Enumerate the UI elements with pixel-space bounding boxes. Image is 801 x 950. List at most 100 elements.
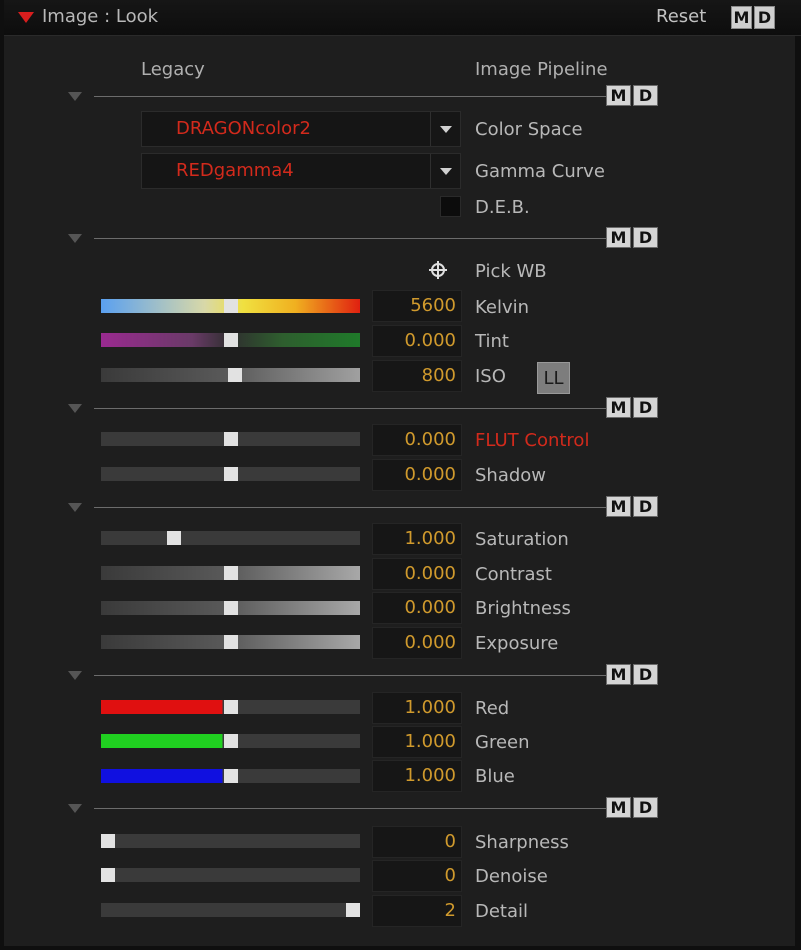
m-button[interactable]: M xyxy=(606,227,631,248)
m-button[interactable]: M xyxy=(606,397,631,418)
slider-thumb[interactable] xyxy=(224,566,238,580)
gamma-curve-label: Gamma Curve xyxy=(475,161,605,182)
gamma-curve-dropdown[interactable]: REDgamma4 xyxy=(141,153,461,189)
exposure-label: Exposure xyxy=(475,633,559,654)
deb-checkbox[interactable] xyxy=(440,196,461,217)
section-md-buttons: M D xyxy=(606,797,658,818)
crosshair-icon[interactable] xyxy=(429,261,447,279)
tint-label: Tint xyxy=(475,331,509,352)
section-collapse-icon[interactable] xyxy=(68,92,82,101)
iso-slider[interactable] xyxy=(101,368,360,382)
slider-thumb[interactable] xyxy=(101,868,115,882)
red-label: Red xyxy=(475,698,510,719)
green-value-field[interactable]: 1.000 xyxy=(372,726,462,758)
dropdown-arrow-button[interactable] xyxy=(430,154,460,188)
dropdown-arrow-button[interactable] xyxy=(430,112,460,146)
saturation-slider[interactable] xyxy=(101,531,360,545)
blue-label: Blue xyxy=(475,766,515,787)
detail-value-field[interactable]: 2 xyxy=(372,895,462,927)
deb-label: D.E.B. xyxy=(475,197,530,218)
kelvin-value-field[interactable]: 5600 xyxy=(372,290,462,322)
slider-thumb[interactable] xyxy=(224,299,238,313)
denoise-slider[interactable] xyxy=(101,868,360,882)
m-button[interactable]: M xyxy=(606,496,631,517)
tint-value-field[interactable]: 0.000 xyxy=(372,325,462,357)
legacy-column-label: Legacy xyxy=(141,59,205,80)
slider-thumb[interactable] xyxy=(167,531,181,545)
section-md-buttons: M D xyxy=(606,227,658,248)
d-button[interactable]: D xyxy=(633,397,658,418)
exposure-slider[interactable] xyxy=(101,635,360,649)
shadow-value-field[interactable]: 0.000 xyxy=(372,459,462,491)
shadow-slider[interactable] xyxy=(101,467,360,481)
m-button[interactable]: M xyxy=(731,6,752,29)
slider-thumb[interactable] xyxy=(224,467,238,481)
reset-button[interactable]: Reset xyxy=(656,6,706,27)
section-md-buttons: M D xyxy=(606,664,658,685)
slider-thumb[interactable] xyxy=(224,700,238,714)
d-button[interactable]: D xyxy=(633,664,658,685)
panel-header: Image : Look Reset M D xyxy=(4,0,801,36)
chevron-down-icon xyxy=(440,168,452,175)
slider-thumb[interactable] xyxy=(228,368,242,382)
brightness-label: Brightness xyxy=(475,598,571,619)
image-pipeline-column-label: Image Pipeline xyxy=(475,59,608,80)
denoise-value-field[interactable]: 0 xyxy=(372,860,462,892)
flut-value-field[interactable]: 0.000 xyxy=(372,424,462,456)
green-slider[interactable] xyxy=(101,734,360,748)
iso-value-field[interactable]: 800 xyxy=(372,360,462,392)
d-button[interactable]: D xyxy=(633,227,658,248)
detail-slider[interactable] xyxy=(101,903,360,917)
slider-thumb[interactable] xyxy=(224,601,238,615)
flut-control-label: FLUT Control xyxy=(475,430,590,451)
contrast-value-field[interactable]: 0.000 xyxy=(372,558,462,590)
red-value-field[interactable]: 1.000 xyxy=(372,692,462,724)
sharpness-slider[interactable] xyxy=(101,834,360,848)
slider-thumb[interactable] xyxy=(346,903,360,917)
header-md-buttons: M D xyxy=(731,6,775,29)
slider-thumb[interactable] xyxy=(224,769,238,783)
collapse-triangle-icon[interactable] xyxy=(18,12,34,23)
color-space-dropdown[interactable]: DRAGONcolor2 xyxy=(141,111,461,147)
section-md-buttons: M D xyxy=(606,496,658,517)
slider-thumb[interactable] xyxy=(224,635,238,649)
slider-thumb[interactable] xyxy=(224,432,238,446)
section-collapse-icon[interactable] xyxy=(68,804,82,813)
flut-slider[interactable] xyxy=(101,432,360,446)
d-button[interactable]: D xyxy=(754,6,775,29)
saturation-label: Saturation xyxy=(475,529,569,550)
slider-thumb[interactable] xyxy=(224,333,238,347)
slider-thumb[interactable] xyxy=(224,734,238,748)
contrast-label: Contrast xyxy=(475,564,552,585)
kelvin-slider[interactable] xyxy=(101,299,360,313)
exposure-value-field[interactable]: 0.000 xyxy=(372,627,462,659)
ll-button[interactable]: LL xyxy=(537,362,570,394)
d-button[interactable]: D xyxy=(633,85,658,106)
d-button[interactable]: D xyxy=(633,797,658,818)
blue-slider[interactable] xyxy=(101,769,360,783)
sharpness-value-field[interactable]: 0 xyxy=(372,826,462,858)
tint-slider[interactable] xyxy=(101,333,360,347)
look-panel: Image : Look Reset M D Legacy Image Pipe… xyxy=(0,0,801,950)
section-collapse-icon[interactable] xyxy=(68,404,82,413)
gamma-curve-value: REDgamma4 xyxy=(176,160,294,181)
m-button[interactable]: M xyxy=(606,664,631,685)
saturation-value-field[interactable]: 1.000 xyxy=(372,523,462,555)
section-divider xyxy=(94,238,606,239)
section-collapse-icon[interactable] xyxy=(68,671,82,680)
m-button[interactable]: M xyxy=(606,85,631,106)
contrast-slider[interactable] xyxy=(101,566,360,580)
d-button[interactable]: D xyxy=(633,496,658,517)
section-collapse-icon[interactable] xyxy=(68,503,82,512)
sharpness-label: Sharpness xyxy=(475,832,569,853)
m-button[interactable]: M xyxy=(606,797,631,818)
brightness-slider[interactable] xyxy=(101,601,360,615)
section-collapse-icon[interactable] xyxy=(68,234,82,243)
blue-value-field[interactable]: 1.000 xyxy=(372,760,462,792)
red-slider[interactable] xyxy=(101,700,360,714)
section-divider xyxy=(94,408,606,409)
kelvin-label: Kelvin xyxy=(475,297,530,318)
slider-thumb[interactable] xyxy=(101,834,115,848)
brightness-value-field[interactable]: 0.000 xyxy=(372,592,462,624)
section-divider xyxy=(94,96,606,97)
